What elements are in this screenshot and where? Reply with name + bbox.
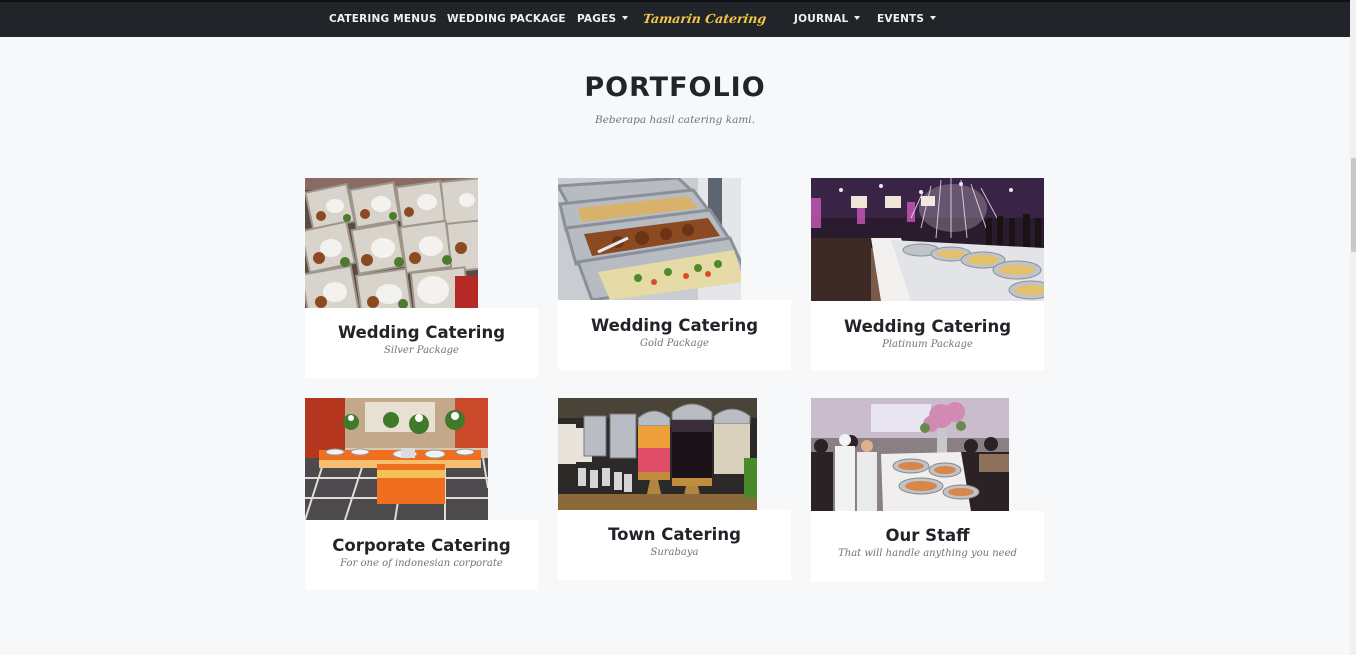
item-title: Town Catering	[608, 525, 741, 544]
caption-box: Wedding Catering Gold Package	[558, 300, 791, 370]
portfolio-item-wedding-gold[interactable]: Wedding Catering Gold Package	[558, 178, 791, 370]
buffet-table-photo	[305, 398, 488, 520]
page-scrollbar[interactable]	[1350, 0, 1356, 655]
caret-down-icon	[930, 16, 937, 20]
caption-box: Corporate Catering For one of indonesian…	[305, 520, 538, 590]
drink-dispensers-photo	[558, 398, 757, 510]
item-title: Wedding Catering	[337, 323, 506, 342]
nav-label: PAGES	[577, 13, 617, 25]
portfolio-item-wedding-silver[interactable]: Wedding Catering Silver Package	[305, 178, 538, 378]
nav-catering-menus[interactable]: CATERING MENUS	[329, 13, 437, 25]
item-subtitle: That will handle anything you need	[838, 548, 1017, 559]
portfolio-item-corporate[interactable]: Corporate Catering For one of indonesian…	[305, 398, 538, 590]
item-subtitle: Surabaya	[650, 547, 699, 558]
nav-label: EVENTS	[877, 13, 925, 25]
item-title: Wedding Catering	[590, 316, 759, 335]
item-subtitle: Gold Package	[640, 338, 709, 349]
nav-pages-dropdown[interactable]: PAGES	[577, 13, 629, 25]
nav-events-dropdown[interactable]: EVENTS	[877, 13, 937, 25]
scrollbar-thumb[interactable]	[1351, 158, 1356, 252]
portfolio-item-wedding-platinum[interactable]: Wedding Catering Platinum Package	[811, 178, 1044, 370]
item-title: Corporate Catering	[332, 536, 511, 555]
nav-wedding-package[interactable]: WEDDING PACKAGE	[447, 13, 566, 25]
nav-label: CATERING MENUS	[329, 13, 437, 25]
caption-box: Town Catering Surabaya	[558, 510, 791, 580]
portfolio-item-staff[interactable]: Our Staff That will handle anything you …	[811, 398, 1044, 582]
caret-down-icon	[854, 16, 861, 20]
food-boxes-photo	[305, 178, 478, 308]
item-subtitle: For one of indonesian corporate	[340, 558, 503, 569]
nav-label: WEDDING PACKAGE	[447, 13, 566, 25]
banquet-hall-photo	[811, 178, 1044, 301]
staff-serving-photo	[811, 398, 1009, 511]
portfolio-title: PORTFOLIO	[584, 72, 766, 103]
chafing-dishes-photo	[558, 178, 741, 300]
nav-journal-dropdown[interactable]: JOURNAL	[794, 13, 861, 25]
brand-logo[interactable]: Tamarin Catering	[642, 11, 767, 26]
portfolio-subtitle: Beberapa hasil catering kami.	[595, 114, 755, 126]
navbar: CATERING MENUS WEDDING PACKAGE PAGES Tam…	[0, 0, 1350, 37]
caption-box: Our Staff That will handle anything you …	[811, 511, 1044, 582]
caption-box: Wedding Catering Platinum Package	[811, 301, 1044, 370]
item-title: Our Staff	[885, 526, 970, 545]
item-title: Wedding Catering	[843, 317, 1012, 336]
nav-label: JOURNAL	[794, 13, 849, 25]
portfolio-item-town[interactable]: Town Catering Surabaya	[558, 398, 791, 580]
caret-down-icon	[622, 16, 629, 20]
caption-box: Wedding Catering Silver Package	[305, 308, 538, 378]
item-subtitle: Platinum Package	[882, 339, 973, 350]
item-subtitle: Silver Package	[384, 345, 459, 356]
